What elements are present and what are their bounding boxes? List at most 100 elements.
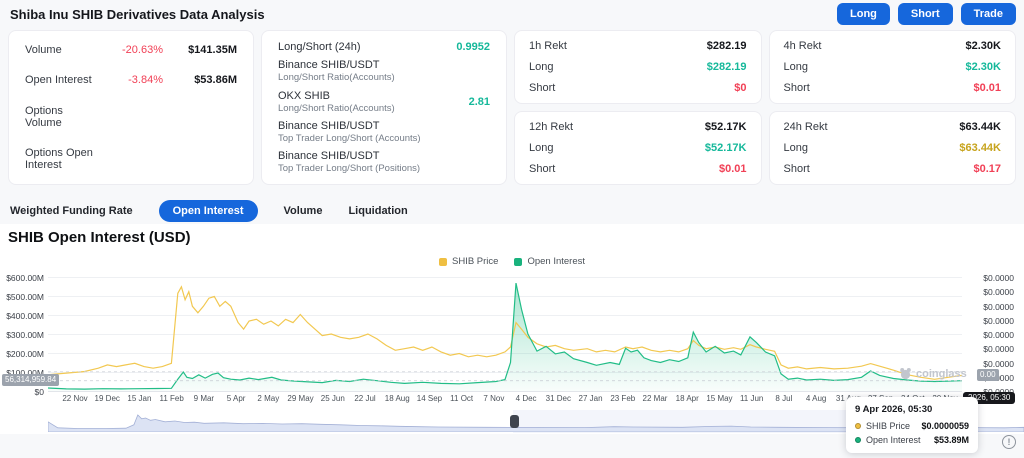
rekt-title-row: 1h Rekt $282.19 [529, 40, 747, 52]
page-title: Shiba Inu SHIB Derivatives Data Analysis [10, 6, 265, 22]
ratio-row: Binance SHIB/USDT Top Trader Long/Short (… [278, 150, 490, 174]
rekt-long-row: Long $282.19 [529, 61, 747, 73]
legend-item[interactable]: Open Interest [514, 256, 585, 267]
x-axis-label: 11 Jun [739, 394, 764, 403]
rekt-title-row: 4h Rekt $2.30K [784, 40, 1002, 52]
y-axis-label-right: $0.0000 [983, 315, 1014, 326]
tab-open-interest[interactable]: Open Interest [158, 200, 258, 222]
legend-item[interactable]: SHIB Price [438, 256, 499, 267]
y-axis-label-right: $0.0000 [983, 287, 1014, 298]
rekt-long-value: $63.44K [959, 142, 1001, 154]
tab-weighted-funding-rate[interactable]: Weighted Funding Rate [10, 205, 133, 217]
x-axis-label: 11 Oct [450, 394, 474, 403]
tooltip-row: Open Interest $53.89M [855, 435, 969, 445]
cards-row: Volume -20.63% $141.35M Open Interest -3.84%… [8, 30, 1016, 185]
x-axis-label: 22 Nov [62, 394, 88, 403]
x-axis-label: 9 Mar [193, 394, 215, 403]
trade-button[interactable]: Trade [960, 3, 1016, 25]
rekt-cards-grid: 1h Rekt $282.19 Long $282.19 Short $0 4h Rekt $… [514, 30, 1016, 185]
rekt-total-value: $282.19 [706, 40, 747, 52]
x-axis-label: 18 Apr [675, 394, 699, 403]
ratio-names: OKX SHIB Long/Short Ratio(Accounts) [278, 90, 469, 114]
shib-price-line [48, 285, 962, 380]
legend-label: Open Interest [527, 256, 586, 267]
rekt-long-label: Long [529, 61, 554, 73]
tooltip-series-dot [855, 437, 861, 443]
x-axis-label: 23 Feb [610, 394, 636, 403]
rekt-card: 4h Rekt $2.30K Long $2.30K Short $0.01 [768, 30, 1016, 104]
rekt-long-value: $282.19 [706, 61, 747, 73]
ratio-row: Binance SHIB/USDT Top Trader Long/Short (… [278, 120, 490, 144]
header-actions: Long Short Trade [837, 3, 1016, 25]
ratio-value: 0.9952 [456, 41, 490, 53]
info-icon[interactable]: ! [1002, 435, 1016, 449]
rekt-long-row: Long $63.44K [784, 142, 1002, 154]
y-axis-label-left: $500.00M [6, 292, 44, 302]
ratio-sublabel: Long/Short Ratio(Accounts) [278, 72, 395, 84]
stats-change-pct: -3.84% [128, 74, 163, 87]
rekt-title-row: 24h Rekt $63.44K [784, 121, 1002, 133]
x-axis-label: 31 Dec [545, 394, 572, 403]
open-interest-current-badge: 56,314,959.84 [2, 374, 60, 386]
stats-row: Volume -20.63% $141.35M [25, 44, 237, 56]
x-axis-label: 22 Mar [642, 394, 668, 403]
stats-row: Options Volume [25, 105, 237, 129]
x-axis-label: 14 Sep [416, 394, 443, 403]
stats-label: Options Open Interest [25, 146, 93, 171]
rekt-short-row: Short $0.17 [784, 163, 1002, 175]
rekt-long-row: Long $52.17K [529, 142, 747, 154]
long-short-ratios-card: Long/Short (24h) 0.9952 Binance SHIB/USDT L… [261, 30, 507, 185]
long-button[interactable]: Long [837, 3, 890, 25]
x-axis-label: 8 Jul [775, 394, 793, 403]
stats-value: $141.35M [188, 44, 237, 56]
rekt-card: 24h Rekt $63.44K Long $63.44K Short $0.17 [768, 111, 1016, 185]
ratio-label: OKX SHIB [278, 89, 330, 102]
ratio-row: Long/Short (24h) 0.9952 [278, 41, 490, 53]
ratio-label: Binance SHIB/USDT [278, 59, 380, 72]
x-axis-label: 22 Jul [354, 394, 376, 403]
rekt-card: 12h Rekt $52.17K Long $52.17K Short $0.01 [514, 111, 762, 185]
legend-label: SHIB Price [451, 256, 499, 267]
ratio-names: Binance SHIB/USDT Top Trader Long/Short (… [278, 150, 490, 174]
ratio-row: Binance SHIB/USDT Long/Short Ratio(Accoun… [278, 59, 490, 83]
y-axis-label-right: $0.0000 [983, 273, 1014, 283]
chart-title: SHIB Open Interest (USD) [8, 229, 191, 246]
stats-row: Open Interest -3.84% $53.86M [25, 74, 237, 86]
x-axis-label: 15 May [706, 394, 733, 403]
x-axis-label: 11 Feb [159, 394, 184, 403]
chart-tooltip: 9 Apr 2026, 05:30 SHIB Price $0.0000059 Op… [846, 397, 978, 453]
rekt-total-value: $63.44K [959, 121, 1001, 133]
price-current-badge: 0.00 [977, 369, 999, 381]
tab-volume[interactable]: Volume [284, 205, 323, 217]
coinglass-watermark[interactable]: coinglass [899, 367, 967, 380]
short-button[interactable]: Short [897, 3, 953, 25]
stats-change-pct: -20.63% [122, 44, 163, 56]
legend-swatch [514, 257, 523, 266]
rekt-card: 1h Rekt $282.19 Long $282.19 Short $0 [514, 30, 762, 104]
rekt-title: 4h Rekt [783, 40, 822, 52]
stats-label: Volume [25, 44, 62, 56]
rekt-short-label: Short [529, 163, 556, 175]
coinglass-logo-icon [900, 368, 911, 380]
rekt-title-row: 12h Rekt $52.17K [529, 121, 747, 133]
stats-row: Options Open Interest [25, 147, 237, 171]
ratio-label: Long/Short (24h) [278, 41, 361, 53]
x-axis-label: 29 May [287, 394, 314, 403]
x-axis-label: 7 Nov [483, 394, 505, 403]
ratio-label: Binance SHIB/USDT [278, 150, 380, 162]
ratio-row: OKX SHIB Long/Short Ratio(Accounts) 2.81 [278, 90, 490, 114]
rekt-short-label: Short [783, 82, 810, 94]
stats-value: $53.86M [194, 74, 237, 87]
ratio-names: Binance SHIB/USDT Top Trader Long/Short (… [278, 120, 490, 144]
tooltip-series-dot [855, 423, 861, 429]
ratio-names: Long/Short (24h) [278, 41, 456, 53]
x-axis-label: 2 May [257, 394, 280, 403]
ratio-names: Binance SHIB/USDT Long/Short Ratio(Accoun… [278, 59, 490, 83]
rekt-title: 12h Rekt [529, 121, 574, 133]
navigator-left-handle[interactable] [509, 415, 519, 428]
main-chart[interactable] [48, 277, 962, 391]
rekt-short-value: $0.01 [973, 82, 1001, 94]
rekt-long-row: Long $2.30K [784, 61, 1002, 73]
tab-liquidation[interactable]: Liquidation [348, 205, 407, 217]
tooltip-series-name: SHIB Price [866, 421, 911, 431]
